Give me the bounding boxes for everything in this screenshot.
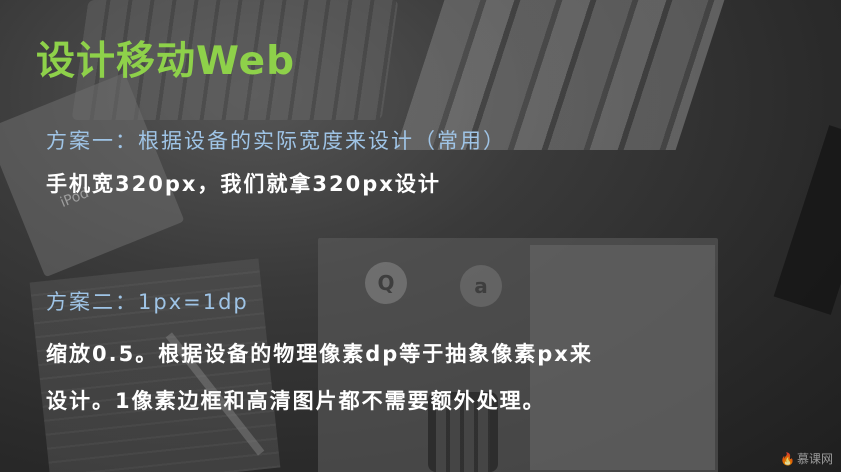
background-logo-q: Q [365,262,407,304]
scheme2-heading: 方案二：1px=1dp [46,290,249,314]
scheme1-heading: 方案一：根据设备的实际宽度来设计（常用） [46,129,506,153]
watermark: 🔥 慕课网 [780,450,833,467]
scheme2-text-line2: 设计。1像素边框和高清图片都不需要额外处理。 [46,389,546,413]
watermark-text: 慕课网 [796,452,833,466]
background-dark-object [773,125,841,315]
slide-title: 设计移动Web [36,39,295,84]
flame-icon: 🔥 [780,452,795,466]
background-logo-a: a [460,265,502,307]
scheme1-text: 手机宽320px，我们就拿320px设计 [46,172,441,196]
scheme2-text-line1: 缩放0.5。根据设备的物理像素dp等于抽象像素px来 [46,342,593,366]
slide: iPod Q a 设计移动Web 方案一：根据设备的实际宽度来设计（常用） 手机… [0,0,841,472]
